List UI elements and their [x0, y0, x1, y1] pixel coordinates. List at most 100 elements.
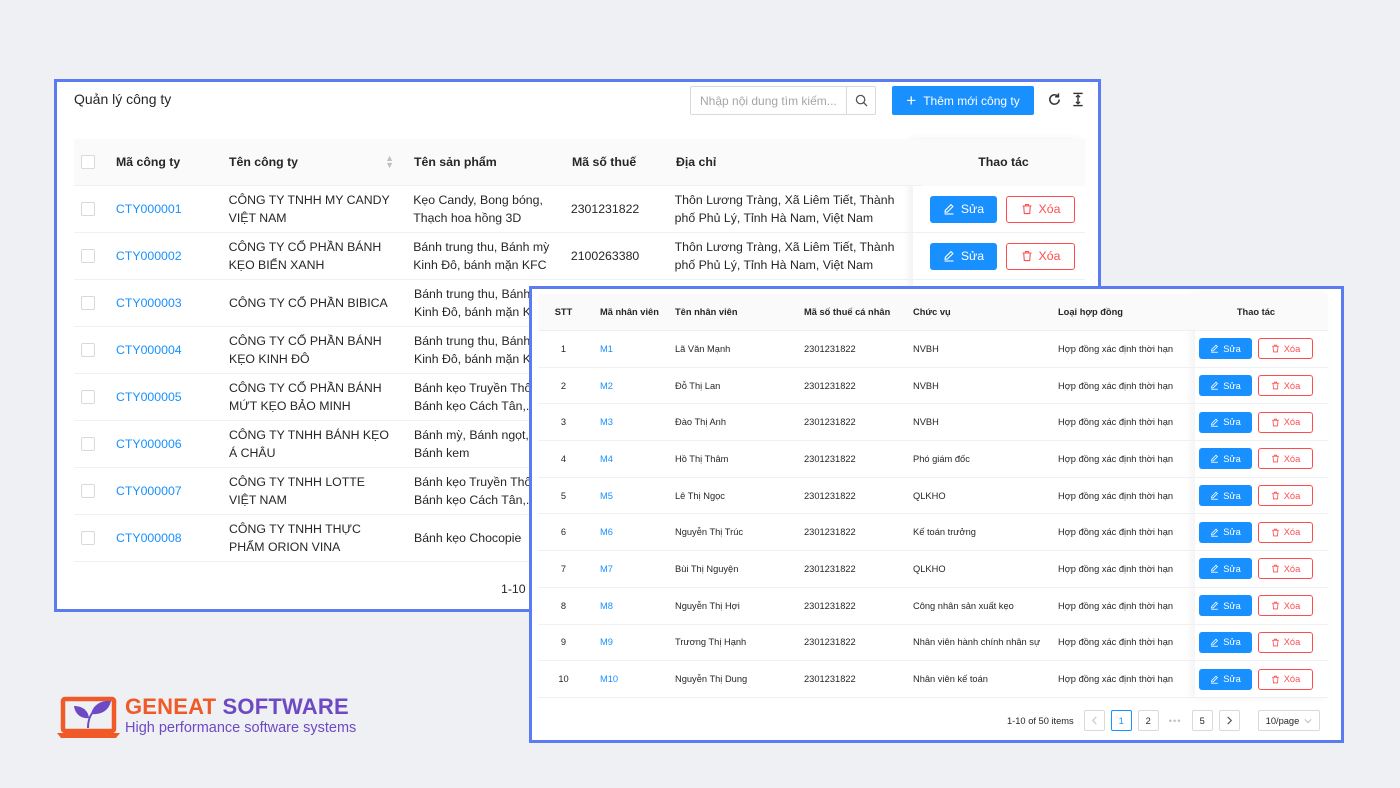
reload-icon[interactable] — [1046, 91, 1063, 108]
delete-label: Xóa — [1038, 202, 1061, 216]
delete-icon — [1271, 455, 1279, 463]
page-size-select[interactable]: 10/page — [1257, 710, 1320, 731]
delete-button[interactable]: Xóa — [1258, 375, 1313, 397]
delete-button[interactable]: Xóa — [1258, 631, 1313, 653]
col-header-address: Địa chỉ — [676, 155, 717, 169]
delete-label: Xóa — [1283, 527, 1301, 538]
delete-button[interactable]: Xóa — [1258, 485, 1313, 507]
delete-button[interactable]: Xóa — [1258, 595, 1313, 617]
company-code-link[interactable]: CTY000001 — [102, 200, 219, 218]
company-code-link[interactable]: CTY000005 — [102, 388, 219, 406]
delete-button[interactable]: Xóa — [1258, 668, 1313, 690]
delete-icon — [1271, 345, 1279, 353]
edit-button[interactable]: Sửa — [1199, 521, 1252, 543]
edit-button[interactable]: Sửa — [1199, 411, 1252, 433]
employee-code-link[interactable]: M4 — [589, 454, 670, 464]
company-code-link[interactable]: CTY000007 — [102, 482, 219, 500]
employee-row: 3 M3 Đào Thị Anh 2301231822 NVBH Hợp đồn… — [538, 404, 1328, 442]
col-header-position: Chức vụ — [913, 307, 951, 317]
delete-button[interactable]: Xóa — [1258, 411, 1313, 433]
employee-code-link[interactable]: M8 — [589, 601, 670, 611]
employee-code-link[interactable]: M3 — [589, 417, 670, 427]
row-checkbox[interactable] — [81, 343, 95, 357]
employee-code-link[interactable]: M5 — [589, 491, 670, 501]
company-name: CÔNG TY TNHH MY CANDY VIỆT NAM — [228, 193, 390, 225]
employee-position: QLKHO — [913, 490, 946, 501]
page-title: Quản lý công ty — [74, 91, 172, 107]
row-checkbox[interactable] — [81, 531, 95, 545]
pagination-ellipsis[interactable]: ••• — [1165, 716, 1186, 726]
edit-button[interactable]: Sửa — [930, 195, 997, 223]
row-checkbox[interactable] — [80, 202, 95, 216]
employee-position: Công nhân sản xuất kẹo — [913, 600, 1014, 611]
employee-position: NVBH — [913, 343, 939, 354]
employee-tax-code: 2301231822 — [804, 490, 856, 501]
employee-row: 2 M2 Đỗ Thị Lan 2301231822 NVBH Hợp đồng… — [538, 368, 1328, 405]
employee-contract: Hợp đồng xác định thời hạn — [1058, 453, 1174, 464]
page-button-5[interactable]: 5 — [1191, 710, 1213, 731]
employee-code-link[interactable]: M9 — [589, 637, 670, 647]
delete-icon — [1271, 565, 1279, 573]
employee-stt: 9 — [560, 637, 567, 648]
edit-label: Sửa — [1223, 637, 1241, 648]
employee-position: Nhân viên hành chính nhân sự — [913, 637, 1041, 648]
company-code-link[interactable]: CTY000008 — [102, 529, 219, 547]
employee-code-link[interactable]: M1 — [589, 344, 670, 354]
employee-name: Hồ Thị Thâm — [675, 453, 729, 464]
page-button-2[interactable]: 2 — [1137, 710, 1159, 731]
next-page-button[interactable] — [1218, 710, 1240, 731]
company-code-link[interactable]: CTY000004 — [102, 341, 219, 359]
company-name: CÔNG TY CỔ PHẦN BIBICA — [229, 296, 388, 310]
employee-code-link[interactable]: M10 — [589, 674, 670, 684]
column-height-icon[interactable] — [1069, 91, 1086, 108]
delete-icon — [1271, 381, 1279, 390]
edit-button[interactable]: Sửa — [1199, 668, 1252, 690]
edit-button[interactable]: Sửa — [1199, 338, 1252, 360]
row-checkbox[interactable] — [80, 249, 95, 263]
row-checkbox[interactable] — [81, 390, 95, 404]
company-code-link[interactable]: CTY000002 — [102, 247, 219, 265]
employee-name: Nguyễn Thị Hợi — [675, 600, 740, 611]
edit-button[interactable]: Sửa — [1199, 631, 1252, 653]
edit-button[interactable]: Sửa — [1199, 558, 1252, 580]
delete-button[interactable]: Xóa — [1258, 521, 1313, 543]
row-checkbox[interactable] — [81, 437, 95, 451]
company-product: Bánh trung thu, Bánh mỳ Kinh Đô, bánh mặ… — [413, 240, 550, 272]
company-code-link[interactable]: CTY000006 — [102, 435, 219, 453]
company-name: CÔNG TY CỔ PHẦN BÁNH MỨT KẸO BẢO MINH — [229, 381, 382, 413]
row-checkbox[interactable] — [81, 296, 95, 310]
delete-button[interactable]: Xóa — [1006, 195, 1075, 223]
edit-button[interactable]: Sửa — [1199, 448, 1252, 470]
employee-name: Đỗ Thị Lan — [675, 380, 721, 391]
employee-code-link[interactable]: M7 — [589, 564, 670, 574]
delete-button[interactable]: Xóa — [1258, 338, 1313, 360]
search-button[interactable] — [846, 87, 875, 114]
edit-icon — [1211, 638, 1219, 647]
delete-icon — [1271, 675, 1279, 683]
edit-button[interactable]: Sửa — [1199, 595, 1252, 617]
delete-button[interactable]: Xóa — [1258, 448, 1313, 470]
edit-button[interactable]: Sửa — [930, 242, 997, 270]
edit-label: Sửa — [1223, 600, 1241, 611]
search-input[interactable] — [691, 87, 846, 114]
employee-code-link[interactable]: M6 — [589, 527, 670, 537]
employee-window: STT Mã nhân viên Tên nhân viên Mã số thu… — [529, 286, 1344, 743]
row-checkbox[interactable] — [81, 484, 95, 498]
page-button-1[interactable]: 1 — [1110, 710, 1132, 731]
employee-tax-code: 2301231822 — [804, 417, 856, 428]
employee-code-link[interactable]: M2 — [589, 381, 670, 391]
prev-page-button[interactable] — [1083, 710, 1105, 731]
company-code-link[interactable]: CTY000003 — [102, 294, 219, 312]
employee-position: Phó giám đốc — [913, 453, 970, 464]
select-all-checkbox[interactable] — [81, 155, 95, 169]
employee-tax-code: 2301231822 — [804, 674, 856, 685]
edit-icon — [1211, 381, 1219, 390]
employee-row-actions: Sửa Xóa — [1184, 631, 1328, 653]
edit-button[interactable]: Sửa — [1199, 375, 1252, 397]
delete-button[interactable]: Xóa — [1006, 242, 1075, 270]
col-header-name[interactable]: Tên công ty ▲ ▼ — [219, 153, 404, 171]
sort-icon[interactable]: ▲ ▼ — [385, 154, 394, 170]
add-company-button[interactable]: + Thêm mới công ty — [892, 86, 1034, 115]
edit-button[interactable]: Sửa — [1199, 485, 1252, 507]
delete-button[interactable]: Xóa — [1258, 558, 1313, 580]
